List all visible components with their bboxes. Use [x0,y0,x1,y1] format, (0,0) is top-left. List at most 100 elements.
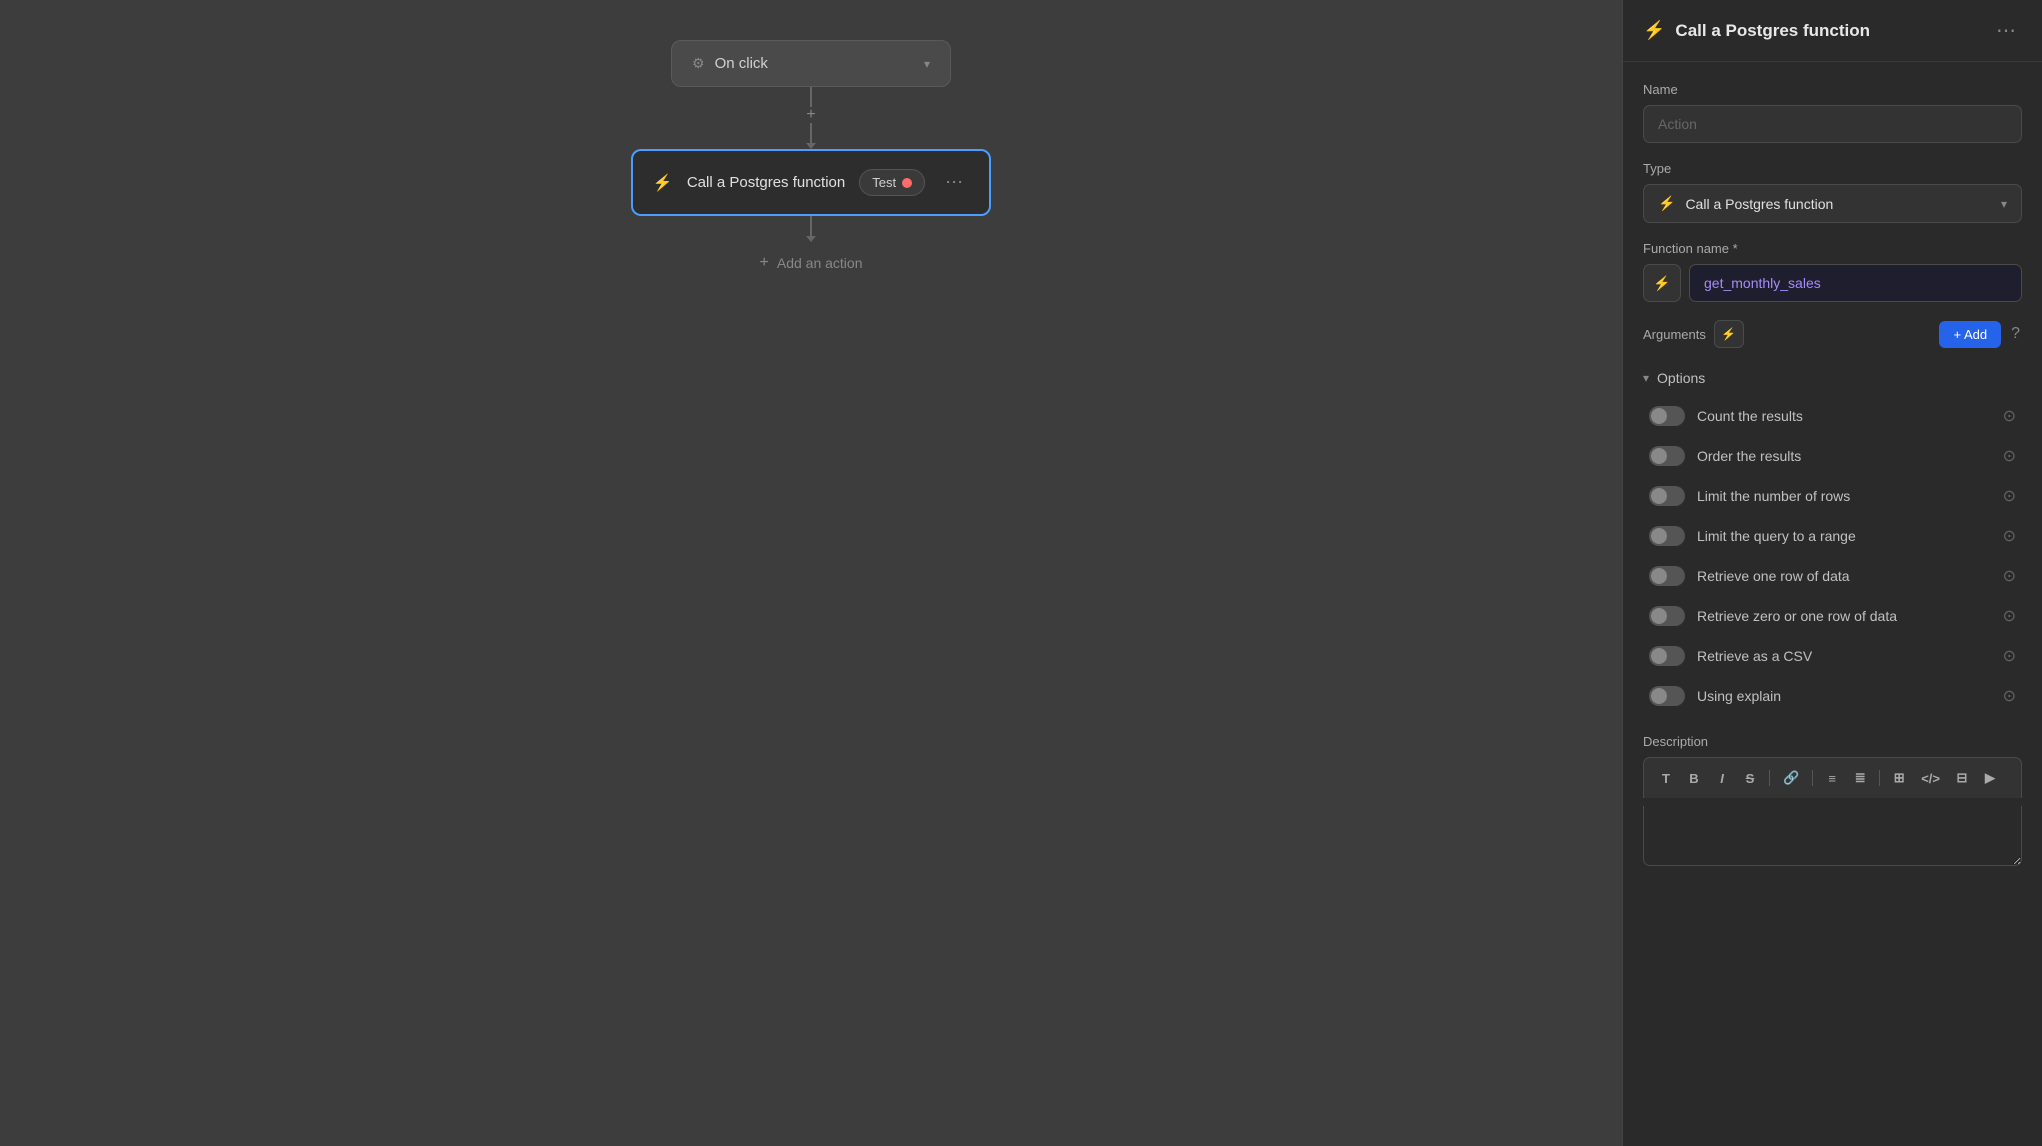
type-select-value: Call a Postgres function [1685,196,1991,212]
type-field-label: Type [1643,161,2022,176]
option-help-limit-rows[interactable]: ⊙ [2003,486,2016,506]
option-toggle-limit-range[interactable] [1649,526,1685,546]
option-label-count: Count the results [1697,408,1991,424]
connector-line-1 [810,87,812,107]
option-row-limit-range: Limit the query to a range ⊙ [1643,516,2022,556]
option-row-explain: Using explain ⊙ [1643,676,2022,716]
action-node-label: Call a Postgres function [687,174,845,191]
panel-header: ⚡ Call a Postgres function ⋯ [1623,0,2042,62]
option-label-limit-rows: Limit the number of rows [1697,488,1991,504]
desc-tool-sep-2 [1812,770,1813,786]
type-select-chevron-icon: ▾ [2001,197,2007,211]
desc-tool-table[interactable]: ⊞ [1887,766,1911,790]
arguments-header: Arguments ⚡ + Add ? [1643,320,2022,348]
add-between-trigger-icon[interactable]: + [806,107,815,123]
desc-tool-text[interactable]: T [1654,767,1678,790]
test-status-dot [902,178,912,188]
option-label-retrieve-zero-one: Retrieve zero or one row of data [1697,608,1991,624]
option-label-limit-range: Limit the query to a range [1697,528,1991,544]
desc-tool-sep-3 [1879,770,1880,786]
right-panel: ⚡ Call a Postgres function ⋯ Name Type ⚡… [1622,0,2042,1146]
option-label-explain: Using explain [1697,688,1991,704]
desc-tool-image[interactable]: ⊟ [1950,766,1974,790]
panel-header-icon: ⚡ [1643,20,1665,41]
desc-tool-code[interactable]: </> [1915,767,1946,790]
add-action-label: Add an action [777,255,863,271]
options-header[interactable]: ▾ Options [1643,366,2022,396]
action-more-icon[interactable]: ⋯ [939,170,969,195]
description-label: Description [1643,734,2022,749]
options-section: ▾ Options Count the results ⊙ Order the … [1643,366,2022,716]
description-textarea[interactable] [1643,806,2022,866]
desc-tool-bullet-list[interactable]: ≡ [1820,767,1844,790]
desc-tool-video[interactable]: ▶ [1978,766,2002,790]
function-name-label: Function name * [1643,241,2022,256]
name-field-label: Name [1643,82,2022,97]
connector-line-3 [810,216,812,236]
panel-title: Call a Postgres function [1675,21,1980,41]
option-label-retrieve-one: Retrieve one row of data [1697,568,1991,584]
arguments-field-group: Arguments ⚡ + Add ? [1643,320,2022,348]
option-toggle-order[interactable] [1649,446,1685,466]
arguments-help-button[interactable]: ? [2009,323,2022,345]
option-toggle-explain[interactable] [1649,686,1685,706]
option-help-retrieve-csv[interactable]: ⊙ [2003,646,2016,666]
desc-tool-italic[interactable]: I [1710,767,1734,790]
action-node-icon: ⚡ [653,173,673,193]
option-row-count: Count the results ⊙ [1643,396,2022,436]
option-help-count[interactable]: ⊙ [2003,406,2016,426]
connector-top: + [806,87,816,149]
option-row-order: Order the results ⊙ [1643,436,2022,476]
options-label: Options [1657,370,1705,386]
trigger-icon: ⚙ [692,55,705,72]
function-icon: ⚡ [1653,275,1670,292]
trigger-chevron-icon: ▾ [924,57,930,71]
add-action-button[interactable]: + Add an action [744,246,879,280]
arguments-icon-button[interactable]: ⚡ [1714,320,1744,348]
panel-more-button[interactable]: ⋯ [1990,16,2022,45]
description-toolbar: T B I S 🔗 ≡ ≣ ⊞ </> ⊟ ▶ [1643,757,2022,798]
option-toggle-retrieve-one[interactable] [1649,566,1685,586]
option-toggle-retrieve-zero-one[interactable] [1649,606,1685,626]
function-name-row: ⚡ [1643,264,2022,302]
name-input[interactable] [1643,105,2022,143]
desc-tool-ordered-list[interactable]: ≣ [1848,766,1872,790]
option-toggle-retrieve-csv[interactable] [1649,646,1685,666]
option-help-limit-range[interactable]: ⊙ [2003,526,2016,546]
desc-tool-strike[interactable]: S [1738,767,1762,790]
action-node[interactable]: ⚡ Call a Postgres function Test ⋯ [631,149,991,216]
option-row-retrieve-one: Retrieve one row of data ⊙ [1643,556,2022,596]
option-toggle-limit-rows[interactable] [1649,486,1685,506]
desc-tool-sep-1 [1769,770,1770,786]
flow-container: ⚙ On click ▾ + ⚡ Call a Postgres functio… [631,40,991,280]
options-chevron-icon: ▾ [1643,371,1649,385]
add-argument-button[interactable]: + Add [1939,321,2001,348]
option-help-retrieve-zero-one[interactable]: ⊙ [2003,606,2016,626]
type-select-icon: ⚡ [1658,195,1675,212]
option-help-explain[interactable]: ⊙ [2003,686,2016,706]
connector-bottom [806,216,816,242]
trigger-node[interactable]: ⚙ On click ▾ [671,40,951,87]
description-section: Description T B I S 🔗 ≡ ≣ ⊞ </> ⊟ ▶ [1643,734,2022,866]
add-action-plus-icon: + [760,254,769,272]
function-name-input[interactable] [1689,264,2022,302]
desc-tool-bold[interactable]: B [1682,767,1706,790]
canvas-area: ⚙ On click ▾ + ⚡ Call a Postgres functio… [0,0,1622,1146]
arguments-tool-icon: ⚡ [1721,327,1736,341]
function-name-field-group: Function name * ⚡ [1643,241,2022,302]
option-help-order[interactable]: ⊙ [2003,446,2016,466]
desc-tool-link[interactable]: 🔗 [1777,766,1805,790]
option-row-limit-rows: Limit the number of rows ⊙ [1643,476,2022,516]
option-help-retrieve-one[interactable]: ⊙ [2003,566,2016,586]
option-row-retrieve-csv: Retrieve as a CSV ⊙ [1643,636,2022,676]
test-label: Test [872,175,896,190]
function-icon-button[interactable]: ⚡ [1643,264,1681,302]
option-toggle-count[interactable] [1649,406,1685,426]
connector-arrow-2 [806,236,816,242]
arguments-label: Arguments [1643,327,1706,342]
trigger-label: On click [715,55,914,72]
option-label-order: Order the results [1697,448,1991,464]
type-select[interactable]: ⚡ Call a Postgres function ▾ [1643,184,2022,223]
connector-line-2 [810,123,812,143]
test-badge[interactable]: Test [859,169,925,196]
